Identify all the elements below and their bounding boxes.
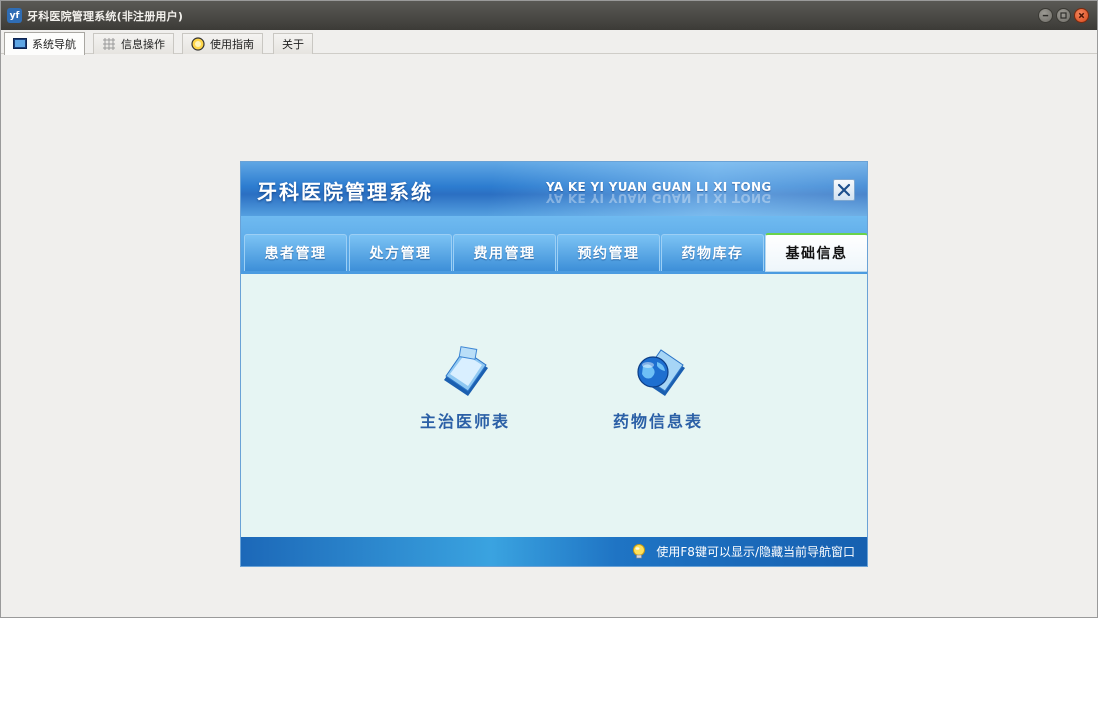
tab-prescription-management[interactable]: 处方管理 (349, 234, 452, 271)
tab-drug-inventory[interactable]: 药物库存 (661, 234, 764, 271)
tab-patient-management[interactable]: 患者管理 (244, 234, 347, 271)
nav-close-button[interactable] (833, 179, 855, 201)
monitor-icon (13, 38, 27, 49)
tab-label: 处方管理 (369, 246, 432, 262)
nav-content: 主治医师表 药物信息表 (241, 274, 867, 538)
minimize-icon (1042, 14, 1049, 17)
tab-label: 信息操作 (121, 38, 165, 51)
main-window: yf 牙科医院管理系统(非注册用户) 系统导航 信息操作 使用指南 关于 牙科医… (0, 0, 1098, 618)
tab-info-ops[interactable]: 信息操作 (93, 33, 174, 54)
tab-label: 费用管理 (473, 246, 536, 262)
close-icon (837, 183, 851, 197)
lightbulb-icon (633, 543, 646, 558)
window-controls (1038, 8, 1089, 23)
drug-info-table-item[interactable]: 药物信息表 (593, 340, 723, 432)
globe-document-icon (637, 349, 685, 396)
tab-label: 使用指南 (210, 38, 254, 51)
window-title: 牙科医院管理系统(非注册用户) (27, 9, 184, 23)
navigation-panel: 牙科医院管理系统 YA KE YI YUAN GUAN LI XI TONG Y… (240, 161, 868, 567)
tab-fee-management[interactable]: 费用管理 (453, 234, 556, 271)
item-label: 药物信息表 (612, 412, 703, 431)
tab-user-guide[interactable]: 使用指南 (182, 33, 263, 54)
tab-about[interactable]: 关于 (273, 33, 313, 54)
module-tab-bar: 患者管理 处方管理 费用管理 预约管理 药物库存 基础信息 (241, 216, 867, 274)
document-icon (444, 346, 488, 396)
tab-label: 基础信息 (785, 246, 848, 262)
maximize-button[interactable] (1056, 8, 1071, 23)
help-icon (191, 37, 205, 51)
tab-label: 预约管理 (577, 246, 640, 262)
tab-label: 关于 (282, 38, 304, 51)
nav-footer: 使用F8键可以显示/隐藏当前导航窗口 (241, 537, 867, 566)
maximize-icon (1060, 12, 1067, 19)
attending-doctor-table-item[interactable]: 主治医师表 (400, 340, 530, 432)
tab-basic-info[interactable]: 基础信息 (765, 233, 867, 272)
top-tab-strip: 系统导航 信息操作 使用指南 关于 (1, 30, 1097, 55)
tab-label: 药物库存 (681, 246, 744, 262)
grid-icon (103, 38, 115, 50)
app-logo-icon: yf (7, 8, 22, 23)
item-label: 主治医师表 (419, 412, 510, 431)
tab-system-nav[interactable]: 系统导航 (4, 32, 85, 55)
nav-header: 牙科医院管理系统 YA KE YI YUAN GUAN LI XI TONG Y… (241, 162, 867, 216)
close-window-button[interactable] (1074, 8, 1089, 23)
nav-pinyin-reflection: YA KE YI YUAN GUAN LI XI TONG (546, 191, 772, 205)
close-icon (1078, 12, 1085, 19)
footer-hint: 使用F8键可以显示/隐藏当前导航窗口 (656, 545, 855, 559)
minimize-button[interactable] (1038, 8, 1053, 23)
tab-label: 患者管理 (264, 246, 327, 262)
title-bar: yf 牙科医院管理系统(非注册用户) (1, 1, 1097, 30)
nav-title: 牙科医院管理系统 (257, 180, 433, 204)
tab-label: 系统导航 (32, 38, 76, 51)
tab-appointment-management[interactable]: 预约管理 (557, 234, 660, 271)
